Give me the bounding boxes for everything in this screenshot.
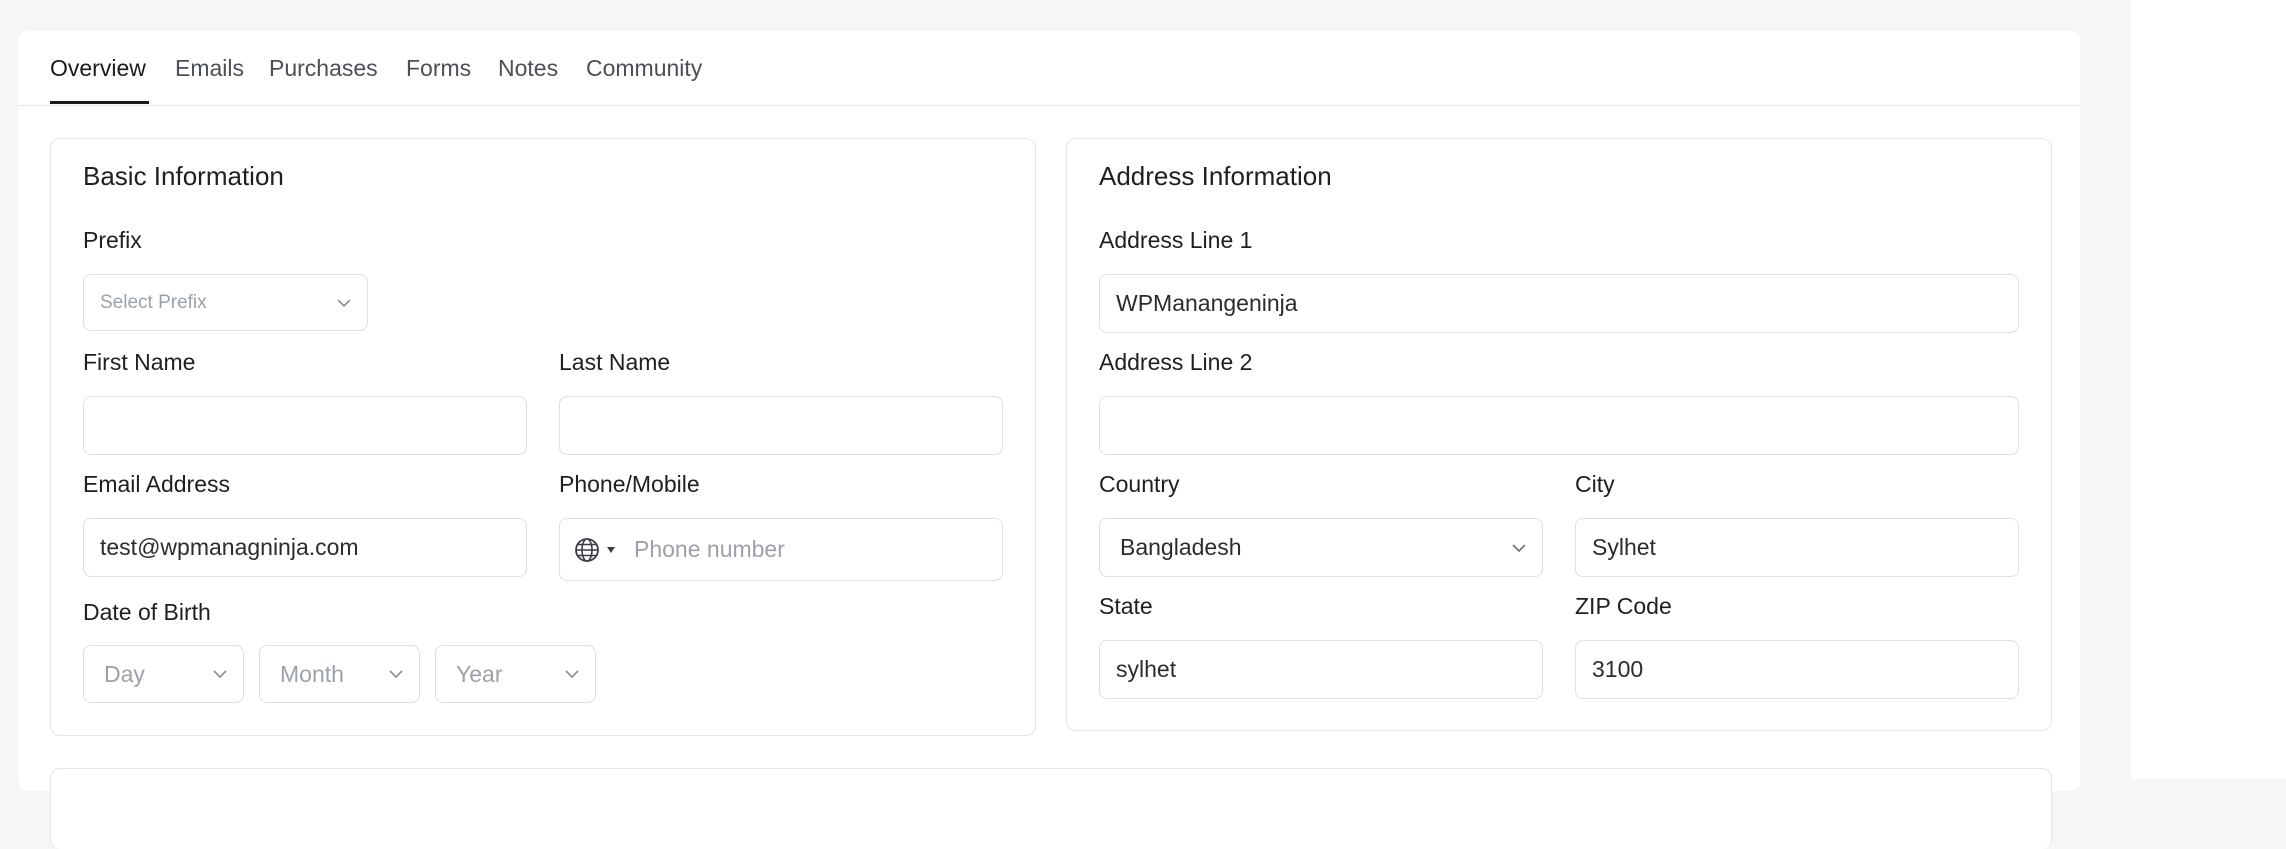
address-line1-label: Address Line 1 [1099,227,1253,253]
tab-purchases[interactable]: Purchases [269,53,378,83]
tab-forms[interactable]: Forms [406,53,471,83]
address-line2-label: Address Line 2 [1099,349,1253,375]
address-line2-input[interactable] [1099,396,2019,455]
first-name-input[interactable] [83,396,527,455]
tab-notes[interactable]: Notes [498,53,558,83]
chevron-down-icon [565,668,579,680]
chevron-down-icon [389,668,403,680]
address-line1-input[interactable]: WPManangeninja [1099,274,2019,333]
country-select[interactable]: Bangladesh [1099,518,1543,577]
tab-community[interactable]: Community [586,53,702,83]
first-name-label: First Name [83,349,196,375]
year-placeholder: Year [456,660,503,687]
city-input[interactable]: Sylhet [1575,518,2019,577]
page-right-strip [2131,0,2286,779]
phone-number-placeholder: Phone number [634,536,785,562]
address-information-title: Address Information [1099,161,1332,191]
dob-year-select[interactable]: Year [435,645,596,703]
phone-mobile-input[interactable]: Phone number [559,518,1003,581]
prefix-label: Prefix [83,227,142,253]
month-placeholder: Month [280,660,344,687]
city-label: City [1575,471,1615,497]
active-tab-indicator [50,101,149,104]
dob-month-select[interactable]: Month [259,645,420,703]
email-address-input[interactable]: test@wpmanagninja.com [83,518,527,577]
prefix-select[interactable]: Select Prefix [83,274,368,331]
date-of-birth-label: Date of Birth [83,599,211,625]
globe-icon[interactable] [574,537,600,563]
email-address-label: Email Address [83,471,231,497]
day-placeholder: Day [104,660,145,687]
chevron-down-icon [213,668,227,680]
basic-information-panel: Basic Information Prefix Select Prefix F… [50,138,1036,736]
zip-code-input[interactable]: 3100 [1575,640,2019,699]
country-label: Country [1099,471,1180,497]
last-name-input[interactable] [559,396,1003,455]
state-input[interactable]: sylhet [1099,640,1543,699]
contact-profile-card: Overview Emails Purchases Forms Notes Co… [18,31,2080,849]
zip-code-label: ZIP Code [1575,593,1672,619]
prefix-placeholder: Select Prefix [100,291,207,313]
chevron-down-icon [1512,542,1526,554]
address-information-panel: Address Information Address Line 1 WPMan… [1066,138,2052,731]
basic-information-title: Basic Information [83,161,284,191]
caret-down-icon[interactable] [606,546,616,554]
dob-day-select[interactable]: Day [83,645,244,703]
profile-tabs: Overview Emails Purchases Forms Notes Co… [18,31,2080,106]
tab-overview[interactable]: Overview [50,53,146,83]
chevron-down-icon [337,297,351,309]
state-label: State [1099,593,1153,619]
last-name-label: Last Name [559,349,671,375]
phone-mobile-label: Phone/Mobile [559,471,700,497]
country-value: Bangladesh [1120,534,1242,560]
tab-emails[interactable]: Emails [175,53,244,83]
next-section-panel [50,768,2052,849]
